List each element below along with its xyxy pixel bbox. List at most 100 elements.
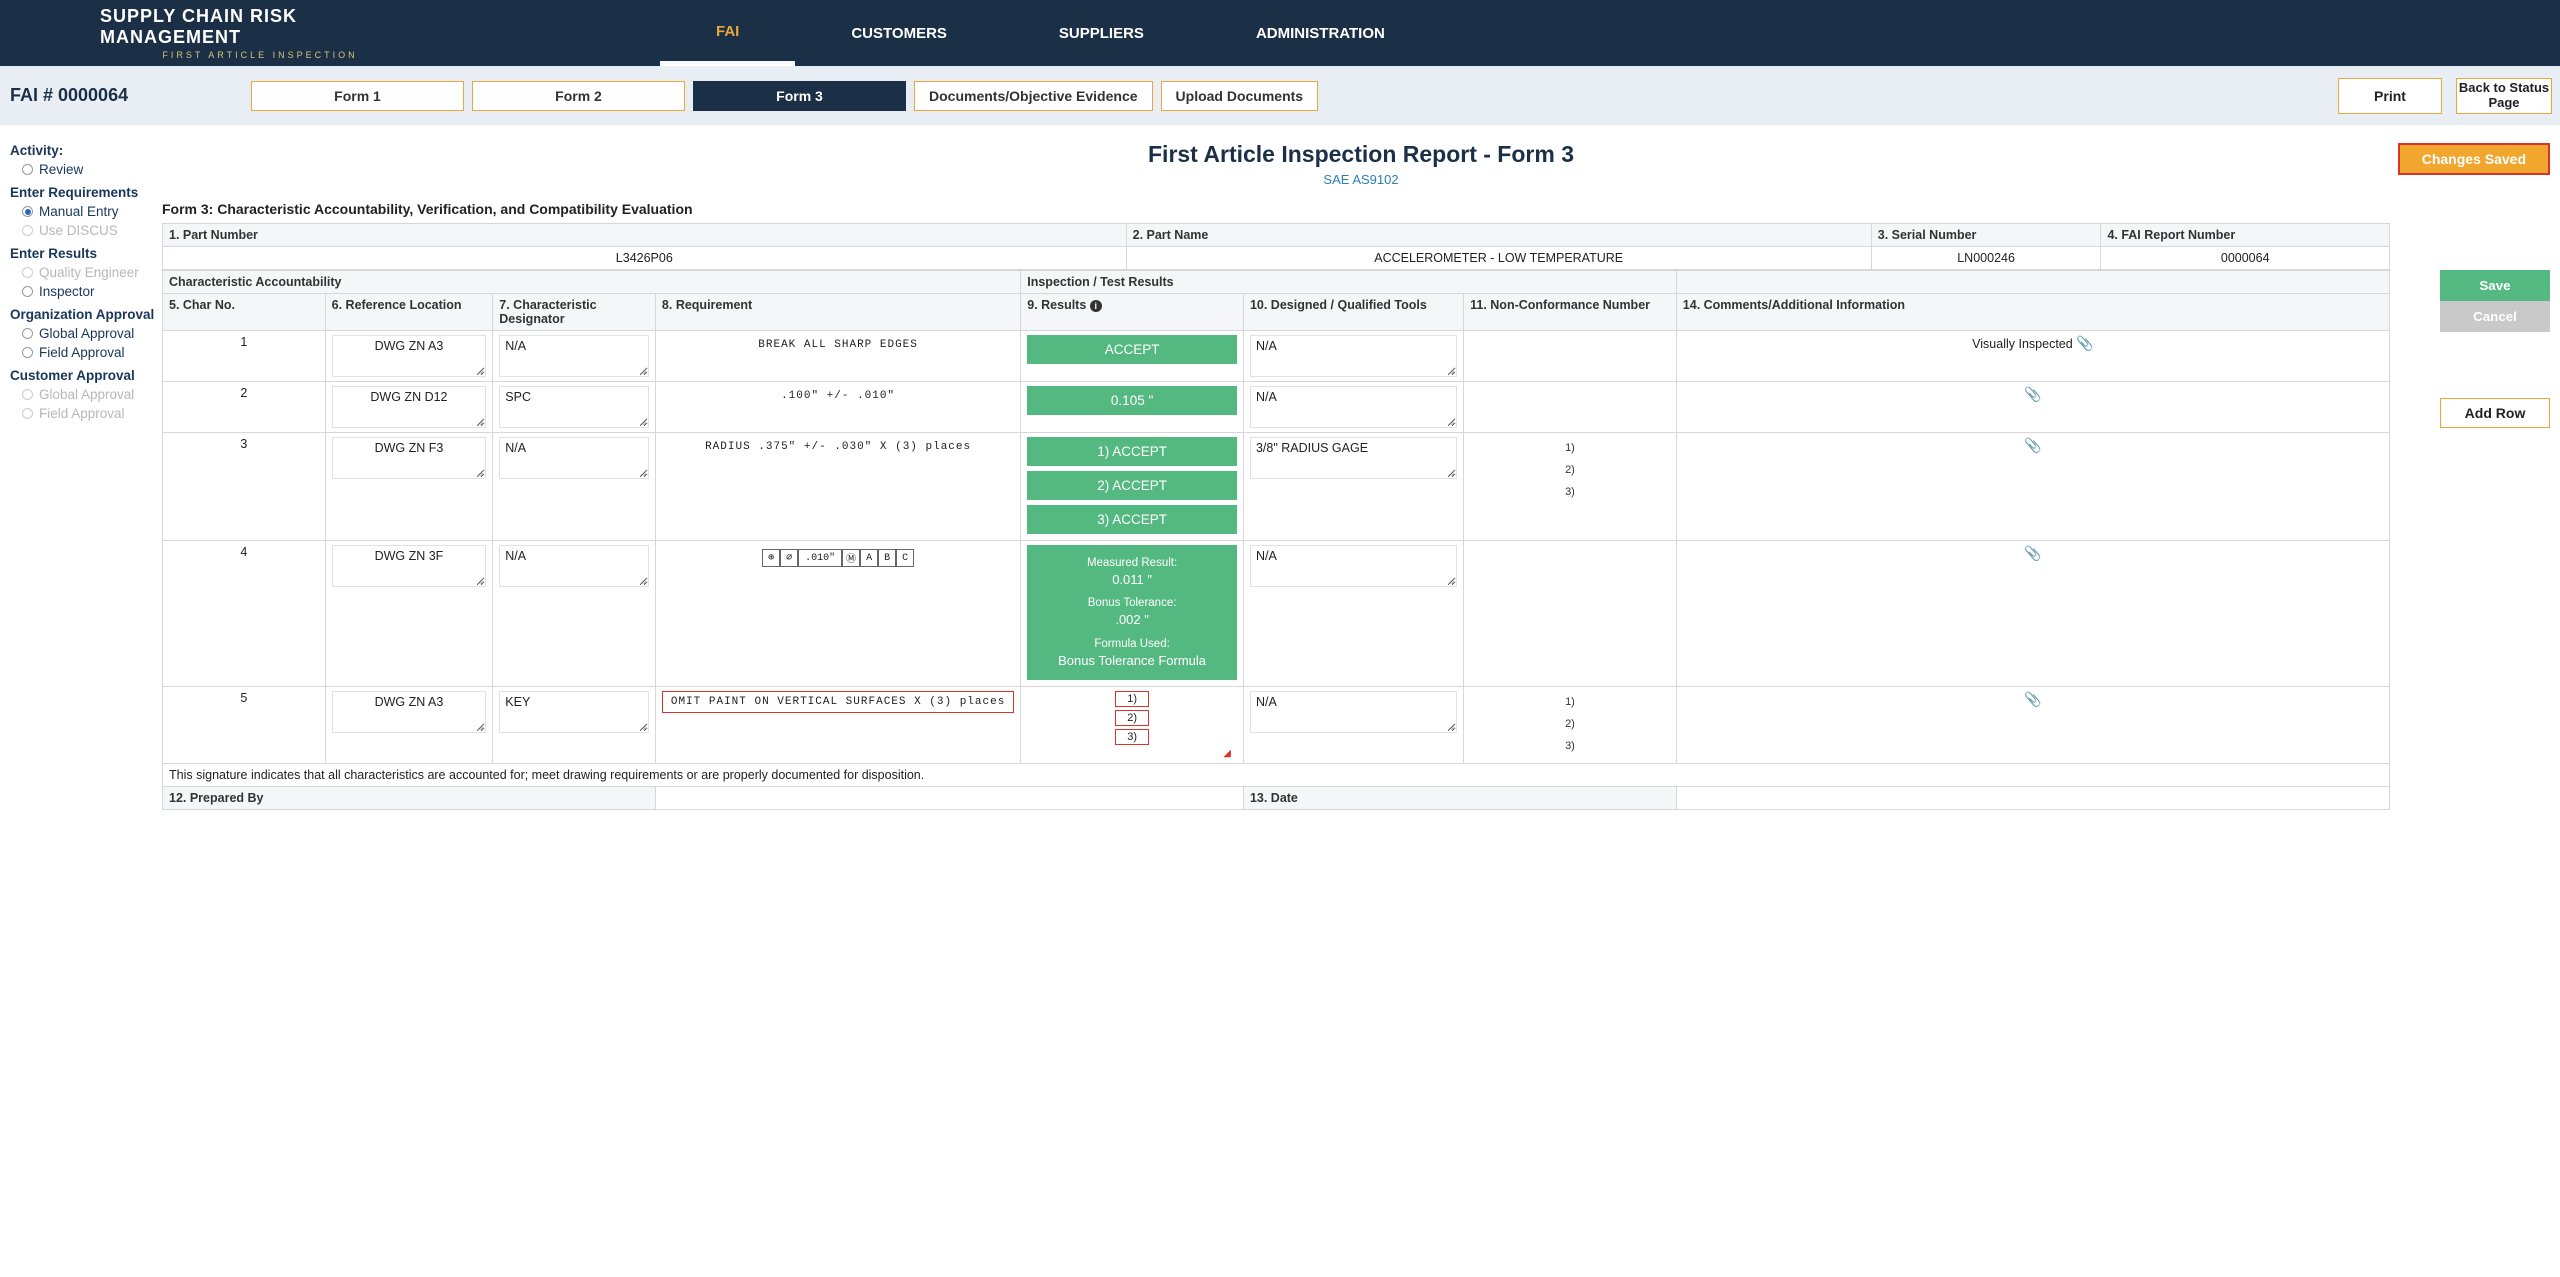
sidebar-org-field[interactable]: Field Approval (10, 343, 156, 362)
ref-location-input[interactable]: DWG ZN F3 (332, 437, 487, 479)
ref-location-input[interactable]: DWG ZN A3 (332, 335, 487, 377)
result-empty-1[interactable]: 1) (1115, 691, 1149, 707)
result-empty-3[interactable]: 3) (1115, 729, 1149, 745)
designator-input[interactable]: N/A (499, 545, 649, 587)
col-char-designator: 7. Characteristic Designator (493, 294, 656, 331)
char-no: 4 (163, 541, 326, 687)
tab-form3[interactable]: Form 3 (693, 81, 906, 111)
result-accept-1[interactable]: 1) ACCEPT (1027, 437, 1237, 466)
gdt-datum-b: B (878, 549, 896, 567)
comment-text: Visually Inspected (1972, 337, 2073, 351)
nc-cell (1464, 382, 1677, 433)
date-value[interactable] (1676, 786, 2389, 809)
tab-form2[interactable]: Form 2 (472, 81, 685, 111)
sidebar-quality-engineer: Quality Engineer (10, 263, 156, 282)
hdr-fai-report-number: 4. FAI Report Number (2101, 224, 2390, 247)
form3-data-table: Characteristic Accountability Inspection… (162, 270, 2390, 810)
gdt-mmc-icon: Ⓜ (842, 549, 860, 567)
table-row: 2 DWG ZN D12 SPC .100" +/- .010" 0.105 "… (163, 382, 2390, 433)
sidebar-cust-global: Global Approval (10, 385, 156, 404)
result-empty-2[interactable]: 2) (1115, 710, 1149, 726)
print-button[interactable]: Print (2338, 78, 2442, 114)
nc-cell (1464, 541, 1677, 687)
attachment-icon[interactable]: 📎 (2024, 386, 2041, 403)
col-nonconformance: 11. Non-Conformance Number (1464, 294, 1677, 331)
sub-toolbar: FAI # 0000064 Form 1 Form 2 Form 3 Docum… (0, 66, 2560, 125)
nav-fai[interactable]: FAI (660, 0, 795, 66)
nav-administration[interactable]: ADMINISTRATION (1200, 0, 1441, 66)
sidebar-manual-entry[interactable]: Manual Entry (10, 202, 156, 221)
col-comments: 14. Comments/Additional Information (1676, 294, 2389, 331)
logo-title: SUPPLY CHAIN RISK MANAGEMENT (100, 6, 420, 48)
col-results: 9. Results i (1021, 294, 1244, 331)
main-content: Changes Saved First Article Inspection R… (162, 125, 2560, 850)
gdt-datum-a: A (860, 549, 878, 567)
top-navbar: SUPPLY CHAIN RISK MANAGEMENT FIRST ARTIC… (0, 0, 2560, 66)
col-ref-location: 6. Reference Location (325, 294, 493, 331)
hdr-serial-number: 3. Serial Number (1871, 224, 2101, 247)
tools-input[interactable]: N/A (1250, 335, 1457, 377)
attachment-icon[interactable]: 📎 (2024, 437, 2041, 454)
tools-input[interactable]: N/A (1250, 386, 1457, 428)
sidebar-review[interactable]: Review (10, 160, 156, 179)
logo-subtitle: FIRST ARTICLE INSPECTION (100, 50, 420, 60)
gdt-tolerance: .010" (798, 549, 842, 567)
char-no: 5 (163, 686, 326, 763)
attachment-icon[interactable]: 📎 (2024, 545, 2041, 562)
sidebar: Activity: Review Enter Requirements Manu… (0, 125, 162, 850)
attachment-icon[interactable]: 📎 (2076, 335, 2093, 352)
tools-input[interactable]: N/A (1250, 545, 1457, 587)
nc-cell (1464, 331, 1677, 382)
table-row: 1 DWG ZN A3 N/A BREAK ALL SHARP EDGES AC… (163, 331, 2390, 382)
attachment-icon[interactable]: 📎 (2024, 691, 2041, 708)
requirement-text: BREAK ALL SHARP EDGES (662, 335, 1014, 351)
table-row: 4 DWG ZN 3F N/A ⊕ ⌀ .010" Ⓜ A B C Measur… (163, 541, 2390, 687)
char-no: 2 (163, 382, 326, 433)
gdt-frame: ⊕ ⌀ .010" Ⓜ A B C (662, 545, 1014, 567)
result-accept-2[interactable]: 2) ACCEPT (1027, 471, 1237, 500)
ref-location-input[interactable]: DWG ZN A3 (332, 691, 487, 733)
nav-suppliers[interactable]: SUPPLIERS (1003, 0, 1200, 66)
tools-input[interactable]: N/A (1250, 691, 1457, 733)
page-subtitle: SAE AS9102 (162, 172, 2560, 187)
back-to-status-button[interactable]: Back to Status Page (2456, 78, 2552, 114)
result-composite[interactable]: Measured Result:0.011 " Bonus Tolerance:… (1027, 545, 1237, 680)
form3-table: 1. Part Number 2. Part Name 3. Serial Nu… (162, 223, 2390, 270)
prepared-by-value[interactable] (655, 786, 1243, 809)
col-char-no: 5. Char No. (163, 294, 326, 331)
section-inspection: Inspection / Test Results (1021, 271, 1677, 294)
cancel-button[interactable]: Cancel (2440, 301, 2550, 332)
designator-input[interactable]: SPC (499, 386, 649, 428)
gdt-diameter-icon: ⌀ (780, 549, 798, 567)
ref-location-input[interactable]: DWG ZN 3F (332, 545, 487, 587)
sidebar-enter-results-header: Enter Results (10, 246, 156, 261)
prepared-by-label: 12. Prepared By (163, 786, 656, 809)
caret-icon: ◢ (1027, 748, 1237, 759)
tab-documents[interactable]: Documents/Objective Evidence (914, 81, 1153, 111)
signature-note: This signature indicates that all charac… (163, 763, 2390, 786)
sidebar-use-discus: Use DISCUS (10, 221, 156, 240)
date-label: 13. Date (1243, 786, 1676, 809)
designator-input[interactable]: KEY (499, 691, 649, 733)
result-accept-3[interactable]: 3) ACCEPT (1027, 505, 1237, 534)
designator-input[interactable]: N/A (499, 437, 649, 479)
result-accept[interactable]: ACCEPT (1027, 335, 1237, 364)
ref-location-input[interactable]: DWG ZN D12 (332, 386, 487, 428)
add-row-button[interactable]: Add Row (2440, 398, 2550, 428)
info-icon[interactable]: i (1090, 300, 1102, 312)
tab-upload-documents[interactable]: Upload Documents (1161, 81, 1319, 111)
sidebar-org-global[interactable]: Global Approval (10, 324, 156, 343)
page-title: First Article Inspection Report - Form 3 (162, 141, 2560, 168)
table-row: 3 DWG ZN F3 N/A RADIUS .375" +/- .030" X… (163, 433, 2390, 541)
logo: SUPPLY CHAIN RISK MANAGEMENT FIRST ARTIC… (0, 0, 420, 66)
designator-input[interactable]: N/A (499, 335, 649, 377)
tab-form1[interactable]: Form 1 (251, 81, 464, 111)
tools-input[interactable]: 3/8" RADIUS GAGE (1250, 437, 1457, 479)
sidebar-inspector[interactable]: Inspector (10, 282, 156, 301)
result-value[interactable]: 0.105 " (1027, 386, 1237, 415)
save-button[interactable]: Save (2440, 270, 2550, 301)
requirement-text: .100" +/- .010" (662, 386, 1014, 402)
col-requirement: 8. Requirement (655, 294, 1020, 331)
nav-customers[interactable]: CUSTOMERS (795, 0, 1003, 66)
gdt-position-icon: ⊕ (762, 549, 780, 567)
